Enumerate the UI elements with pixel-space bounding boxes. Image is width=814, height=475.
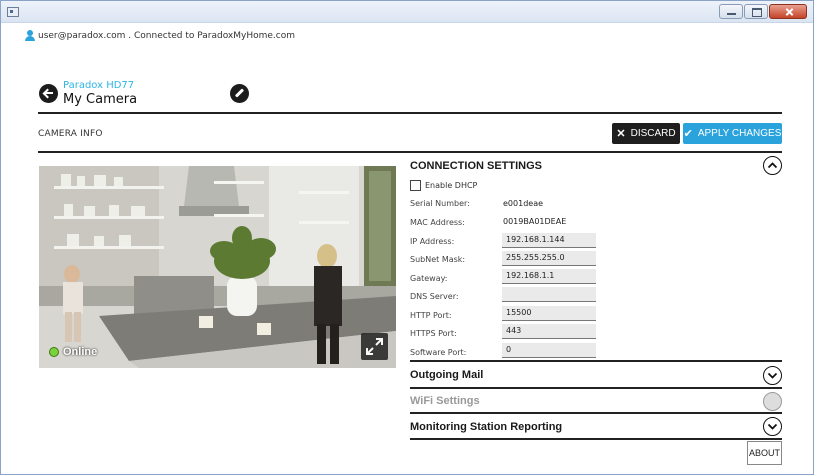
window-controls — [719, 4, 807, 19]
section-divider — [410, 387, 782, 389]
section-divider — [410, 438, 782, 440]
apply-changes-button[interactable]: ✔ APPLY CHANGES — [683, 123, 782, 144]
subnet-mask-input[interactable]: 255.255.255.0 — [502, 251, 596, 266]
software-port-input[interactable]: 0 — [502, 343, 596, 358]
section-divider — [410, 412, 782, 414]
page-section-title: CAMERA INFO — [38, 129, 103, 139]
dhcp-label: Enable DHCP — [425, 181, 478, 190]
maximize-button[interactable] — [744, 4, 768, 19]
online-status-icon — [49, 347, 59, 357]
section-divider — [38, 151, 782, 153]
apply-label: APPLY CHANGES — [697, 128, 782, 139]
user-icon — [25, 30, 35, 42]
serial-number-value: e001deae — [503, 199, 544, 208]
wifi-settings-disabled-icon — [763, 392, 782, 411]
outgoing-mail-title[interactable]: Outgoing Mail — [410, 369, 483, 381]
user-email: user@paradox.com — [38, 31, 126, 41]
dhcp-toggle[interactable]: Enable DHCP — [410, 180, 477, 191]
app-icon — [7, 7, 19, 17]
close-x-icon: ✕ — [616, 128, 626, 140]
mac-address-label: MAC Address: — [410, 218, 465, 227]
gateway-input[interactable]: 192.168.1.1 — [502, 269, 596, 284]
fullscreen-button[interactable] — [361, 333, 388, 360]
chevron-down-icon — [767, 372, 778, 379]
https-port-input[interactable]: 443 — [502, 324, 596, 339]
mac-address-value: 0019BA01DEAE — [503, 217, 567, 226]
expand-monitoring-button[interactable] — [763, 417, 782, 436]
back-arrow-icon[interactable] — [39, 84, 58, 103]
ip-address-label: IP Address: — [410, 237, 455, 246]
dhcp-checkbox[interactable] — [410, 180, 421, 191]
chevron-down-icon — [767, 423, 778, 430]
software-port-label: Software Port: — [410, 348, 467, 357]
camera-status: Online — [49, 346, 97, 358]
section-divider — [410, 360, 782, 362]
camera-status-label: Online — [63, 346, 98, 358]
about-button[interactable]: ABOUT — [747, 441, 782, 465]
discard-button[interactable]: ✕ DISCARD — [612, 123, 680, 144]
ip-address-input[interactable]: 192.168.1.144 — [502, 233, 596, 248]
discard-label: DISCARD — [630, 128, 676, 139]
minimize-button[interactable] — [719, 4, 743, 19]
connection-status: . Connected to ParadoxMyHome.com — [125, 31, 296, 41]
app-window: user@paradox.com . Connected to ParadoxM… — [0, 0, 814, 475]
subnet-mask-label: SubNet Mask: — [410, 255, 466, 264]
camera-live-view[interactable] — [39, 166, 396, 368]
title-bar — [1, 1, 813, 23]
checkmark-icon: ✔ — [683, 128, 693, 140]
close-button[interactable] — [769, 4, 807, 19]
connection-settings-title: CONNECTION SETTINGS — [410, 160, 543, 172]
expand-icon — [366, 338, 383, 355]
collapse-connection-button[interactable] — [763, 156, 782, 175]
dns-server-input[interactable] — [502, 287, 596, 302]
https-port-label: HTTPS Port: — [410, 329, 457, 338]
edit-pencil-icon[interactable] — [230, 84, 249, 103]
device-model: Paradox HD77 — [63, 80, 135, 91]
serial-number-label: Serial Number: — [410, 199, 470, 208]
gateway-label: Gateway: — [410, 274, 448, 283]
http-port-label: HTTP Port: — [410, 311, 452, 320]
header-divider — [38, 112, 782, 114]
device-name: My Camera — [63, 92, 138, 107]
monitoring-station-title[interactable]: Monitoring Station Reporting — [410, 421, 562, 433]
expand-outgoing-mail-button[interactable] — [763, 366, 782, 385]
wifi-settings-title: WiFi Settings — [410, 395, 480, 407]
http-port-input[interactable]: 15500 — [502, 306, 596, 321]
camera-image — [39, 166, 396, 368]
chevron-up-icon — [767, 162, 778, 169]
dns-server-label: DNS Server: — [410, 292, 459, 301]
user-status: user@paradox.com . Connected to ParadoxM… — [25, 30, 296, 41]
